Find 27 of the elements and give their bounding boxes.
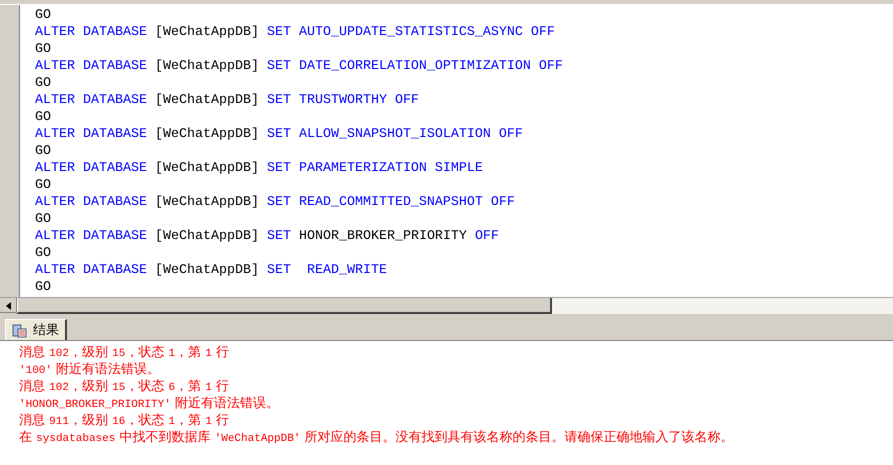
code-line: ALTER DATABASE [WeChatAppDB] SET READ_WRITE	[35, 262, 388, 279]
code-line: ALTER DATABASE [WeChatAppDB] SET ALLOW_SNAPSHOT_ISOLATION OFF	[35, 126, 524, 143]
code-line: ALTER DATABASE [WeChatAppDB] SET READ_COMMITTED_SNAPSHOT OFF	[35, 194, 516, 211]
code-line: ALTER DATABASE [WeChatAppDB] SET AUTO_UPDATE_STATISTICS_ASYNC OFF	[35, 24, 556, 41]
error-message: 'HONOR_BROKER_PRIORITY' 附近有语法错误。	[19, 395, 280, 412]
scrollbar-thumb[interactable]	[17, 298, 552, 314]
error-message: 消息 102，级别 15，状态 6，第 1 行	[19, 378, 230, 395]
code-line: GO	[35, 245, 52, 262]
code-line: GO	[35, 211, 52, 228]
error-message: 消息 911，级别 16，状态 1，第 1 行	[19, 412, 230, 429]
code-line: ALTER DATABASE [WeChatAppDB] SET PARAMETERIZATION SIMPLE	[35, 160, 484, 177]
code-line: ALTER DATABASE [WeChatAppDB] SET TRUSTWORTHY OFF	[35, 92, 420, 109]
error-message: 在 sysdatabases 中找不到数据库 'WeChatAppDB' 所对应的条目。没有找到具有该名称的条目。请确保正确地输入了该名称。	[19, 429, 735, 446]
code-line: GO	[35, 177, 52, 194]
error-message: 消息 102，级别 15，状态 1，第 1 行	[19, 344, 230, 361]
code-line: GO	[35, 109, 52, 126]
results-tab[interactable]: 结果	[5, 319, 67, 340]
error-message: '100' 附近有语法错误。	[19, 361, 162, 378]
code-line: GO	[35, 279, 52, 296]
code-line: ALTER DATABASE [WeChatAppDB] SET DATE_CORRELATION_OPTIMIZATION OFF	[35, 58, 563, 75]
code-line: GO	[35, 7, 52, 24]
code-line: ALTER DATABASE [WeChatAppDB] SET HONOR_BROKER_PRIORITY OFF	[35, 228, 500, 245]
code-line: GO	[35, 75, 52, 92]
code-line: GO	[35, 143, 52, 160]
code-line: GO	[35, 41, 52, 58]
grid-icon	[12, 322, 27, 338]
left-arrow-icon	[6, 302, 10, 310]
